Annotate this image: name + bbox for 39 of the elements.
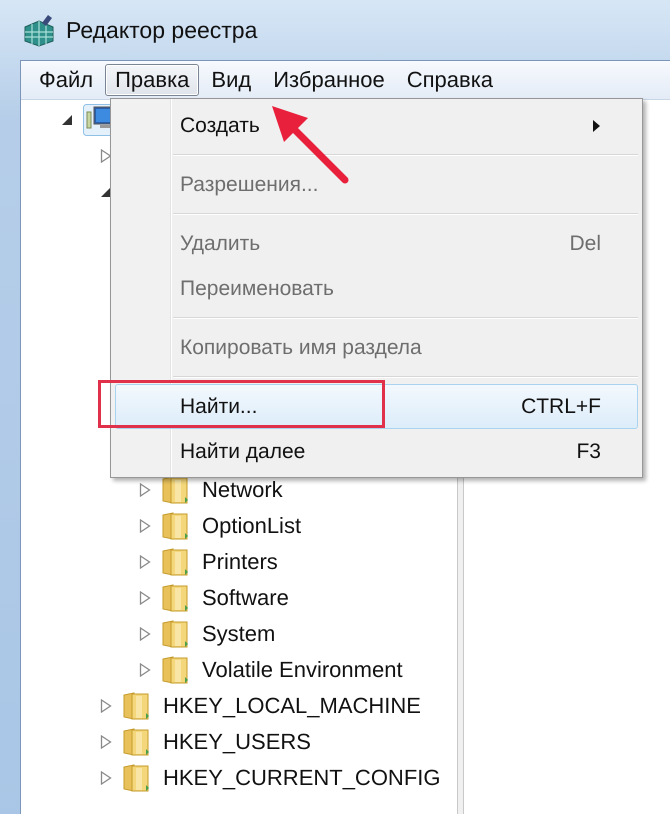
folder-icon — [122, 727, 150, 757]
tree-item-label[interactable]: HKEY_LOCAL_MACHINE — [163, 693, 421, 719]
folder-icon — [161, 583, 189, 613]
menu-item[interactable]: Избранное — [263, 64, 395, 96]
window-title: Редактор реестра — [66, 16, 258, 44]
folder-icon — [122, 691, 150, 721]
tree-item-label[interactable]: Network — [202, 477, 283, 503]
tree-item-label[interactable]: HKEY_USERS — [163, 729, 311, 755]
folder-icon — [161, 511, 189, 541]
tree-item-label[interactable]: Software — [202, 585, 289, 611]
tree-item-label[interactable]: Printers — [202, 549, 278, 575]
collapsed-arrow-icon[interactable] — [139, 555, 151, 569]
menu-item[interactable]: Справка — [396, 64, 504, 96]
collapsed-arrow-icon[interactable] — [100, 699, 112, 713]
menu-item[interactable]: Правка — [105, 64, 200, 96]
folder-icon — [122, 763, 150, 793]
menu-item[interactable]: Вид — [201, 64, 262, 96]
folder-icon — [161, 547, 189, 577]
menu-option[interactable]: Найти далее F3 — [115, 429, 638, 474]
registry-icon — [22, 13, 56, 47]
tree-item-label[interactable]: System — [202, 621, 276, 647]
menu-item[interactable]: Файл — [29, 64, 104, 96]
expanded-arrow-icon[interactable] — [61, 114, 73, 126]
tree-item-label[interactable]: Volatile Environment — [202, 657, 403, 683]
collapsed-arrow-icon[interactable] — [100, 149, 112, 163]
tree-item-label[interactable]: OptionList — [202, 513, 302, 539]
folder-icon — [161, 475, 189, 505]
menu-option[interactable]: Найти... CTRL+F — [115, 384, 638, 429]
collapsed-arrow-icon[interactable] — [139, 483, 151, 497]
folder-icon — [161, 655, 189, 685]
menu-option[interactable]: Создать — [115, 103, 638, 148]
collapsed-arrow-icon[interactable] — [139, 663, 151, 677]
folder-icon — [161, 619, 189, 649]
collapsed-arrow-icon[interactable] — [100, 735, 112, 749]
collapsed-arrow-icon[interactable] — [139, 591, 151, 605]
collapsed-arrow-icon[interactable] — [139, 627, 151, 641]
collapsed-arrow-icon[interactable] — [139, 519, 151, 533]
tree-item-label[interactable]: HKEY_CURRENT_CONFIG — [163, 765, 440, 791]
collapsed-arrow-icon[interactable] — [100, 771, 112, 785]
